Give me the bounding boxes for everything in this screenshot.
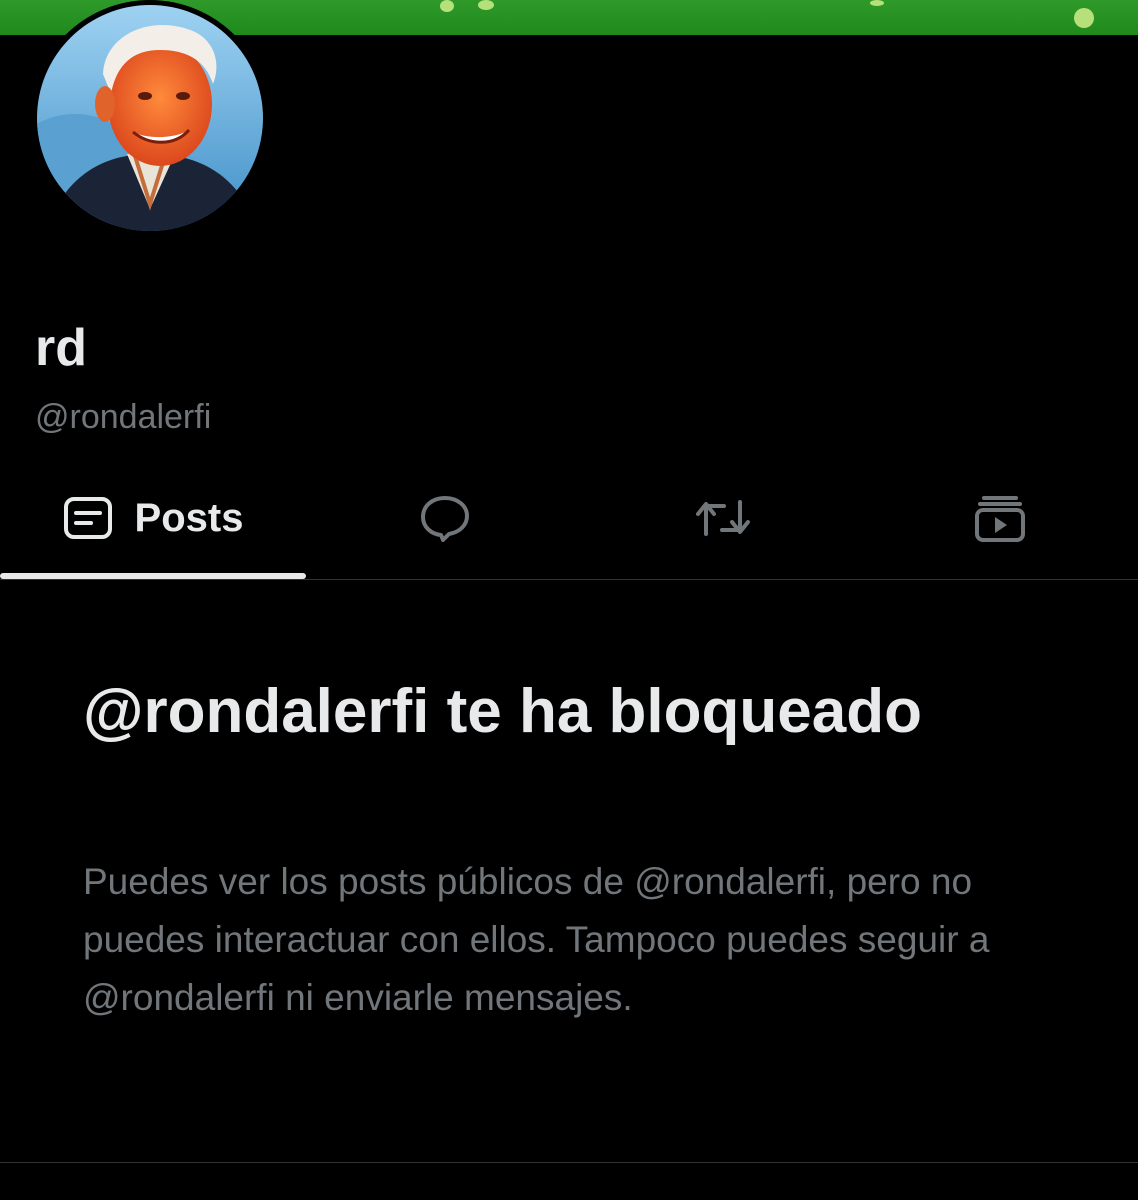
banner-decoration bbox=[870, 0, 884, 6]
tab-reposts[interactable] bbox=[584, 458, 862, 578]
posts-icon bbox=[63, 496, 113, 540]
avatar[interactable] bbox=[31, 0, 269, 236]
replies-bubble-icon bbox=[419, 494, 471, 542]
profile-handle: @rondalerfi bbox=[35, 398, 212, 436]
tab-posts-label: Posts bbox=[134, 495, 244, 540]
tab-active-indicator bbox=[0, 573, 306, 579]
tab-posts[interactable]: Posts bbox=[0, 458, 306, 579]
banner-decoration bbox=[1074, 8, 1094, 28]
banner-decoration bbox=[440, 0, 454, 12]
profile-display-name: rd bbox=[35, 319, 87, 377]
repost-icon bbox=[694, 498, 752, 538]
blocked-heading: @rondalerfi te ha bloqueado bbox=[83, 677, 922, 746]
profile-tabs: Posts bbox=[0, 458, 1138, 580]
avatar-photo bbox=[37, 5, 263, 231]
banner-decoration bbox=[478, 0, 494, 10]
divider bbox=[0, 1162, 1138, 1163]
media-icon bbox=[974, 494, 1026, 542]
tab-media[interactable] bbox=[862, 458, 1138, 578]
blocked-message: Puedes ver los posts públicos de @rondal… bbox=[83, 861, 990, 1018]
tab-replies[interactable] bbox=[306, 458, 584, 578]
